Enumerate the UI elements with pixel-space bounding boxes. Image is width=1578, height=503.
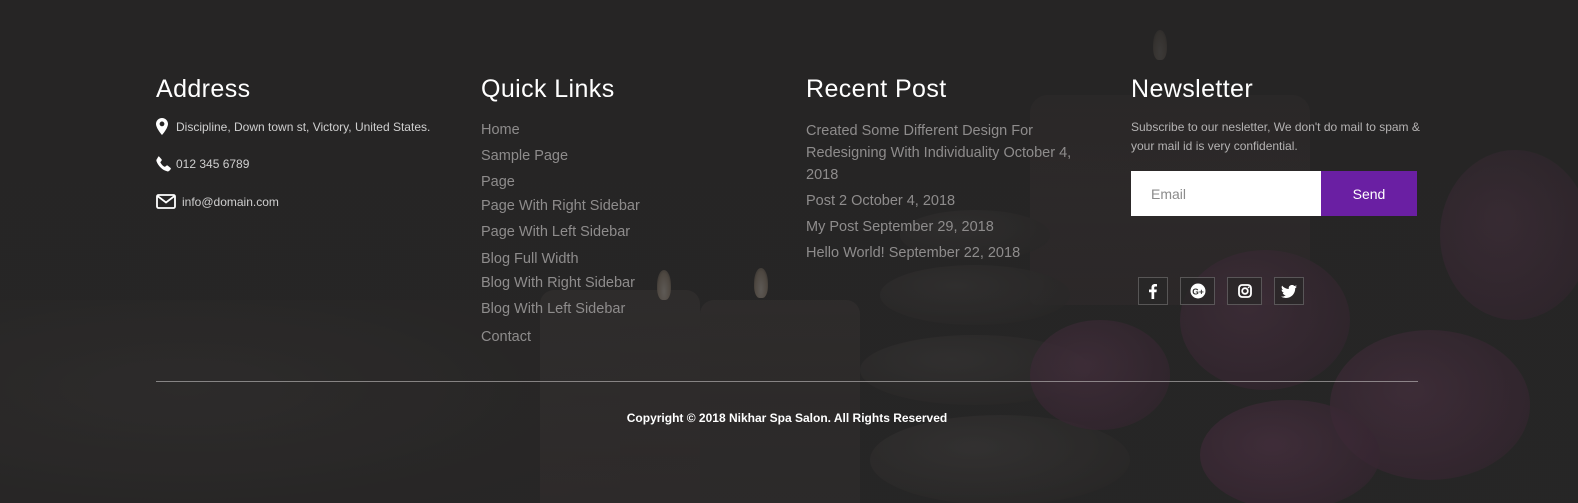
quick-link-sample-page[interactable]: Sample Page	[481, 148, 568, 164]
newsletter-email-input[interactable]	[1131, 171, 1321, 216]
address-email-link[interactable]: info@domain.com	[182, 195, 279, 209]
site-footer: Address Discipline, Down town st, Victor…	[0, 0, 1578, 503]
quick-link-page-right-sidebar[interactable]: Page With Right Sidebar	[481, 198, 640, 214]
address-heading: Address	[156, 75, 251, 103]
address-email-row: info@domain.com	[156, 194, 279, 209]
recent-post-link[interactable]: Hello World! September 22, 2018	[806, 242, 1020, 264]
recent-post-column: Recent Post Created Some Different Desig…	[806, 74, 1096, 261]
address-location-text: Discipline, Down town st, Victory, Unite…	[176, 119, 431, 134]
newsletter-column: Newsletter Subscribe to our nesletter, W…	[1131, 74, 1421, 305]
quick-link-contact[interactable]: Contact	[481, 329, 531, 345]
quick-link-blog-full-width[interactable]: Blog Full Width	[481, 251, 579, 267]
address-phone-text: 012 345 6789	[176, 157, 250, 171]
newsletter-heading: Newsletter	[1131, 75, 1254, 103]
quick-links-heading: Quick Links	[481, 75, 615, 103]
recent-post-link[interactable]: Post 2 October 4, 2018	[806, 190, 955, 212]
address-column: Address Discipline, Down town st, Victor…	[156, 74, 456, 209]
svg-text:G+: G+	[1192, 286, 1204, 296]
instagram-icon[interactable]	[1227, 277, 1262, 305]
quick-link-blog-left-sidebar[interactable]: Blog With Left Sidebar	[481, 301, 625, 317]
quick-links-column: Quick Links Home Sample Page Page Page W…	[481, 74, 781, 345]
recent-post-link[interactable]: My Post September 29, 2018	[806, 216, 994, 238]
social-links: G+	[1138, 277, 1304, 305]
twitter-icon[interactable]	[1274, 277, 1304, 305]
copyright-text: Copyright © 2018 Nikhar Spa Salon. All R…	[626, 411, 948, 425]
google-plus-icon[interactable]: G+	[1180, 277, 1215, 305]
address-location-row: Discipline, Down town st, Victory, Unite…	[156, 118, 430, 135]
newsletter-send-button[interactable]: Send	[1321, 171, 1417, 216]
newsletter-description: Subscribe to our nesletter, We don't do …	[1131, 120, 1420, 153]
newsletter-form: Send	[1131, 171, 1417, 216]
quick-link-page-left-sidebar[interactable]: Page With Left Sidebar	[481, 224, 630, 240]
footer-divider	[156, 381, 1418, 382]
quick-link-home[interactable]: Home	[481, 122, 520, 138]
envelope-icon	[156, 194, 182, 209]
quick-link-page[interactable]: Page	[481, 174, 515, 190]
map-marker-icon	[156, 118, 176, 135]
recent-post-link[interactable]: Created Some Different Design For Redesi…	[806, 120, 1076, 186]
quick-link-blog-right-sidebar[interactable]: Blog With Right Sidebar	[481, 275, 635, 291]
phone-icon	[156, 156, 176, 172]
facebook-icon[interactable]	[1138, 277, 1168, 305]
address-phone-row: 012 345 6789	[156, 156, 249, 172]
recent-post-heading: Recent Post	[806, 75, 947, 103]
